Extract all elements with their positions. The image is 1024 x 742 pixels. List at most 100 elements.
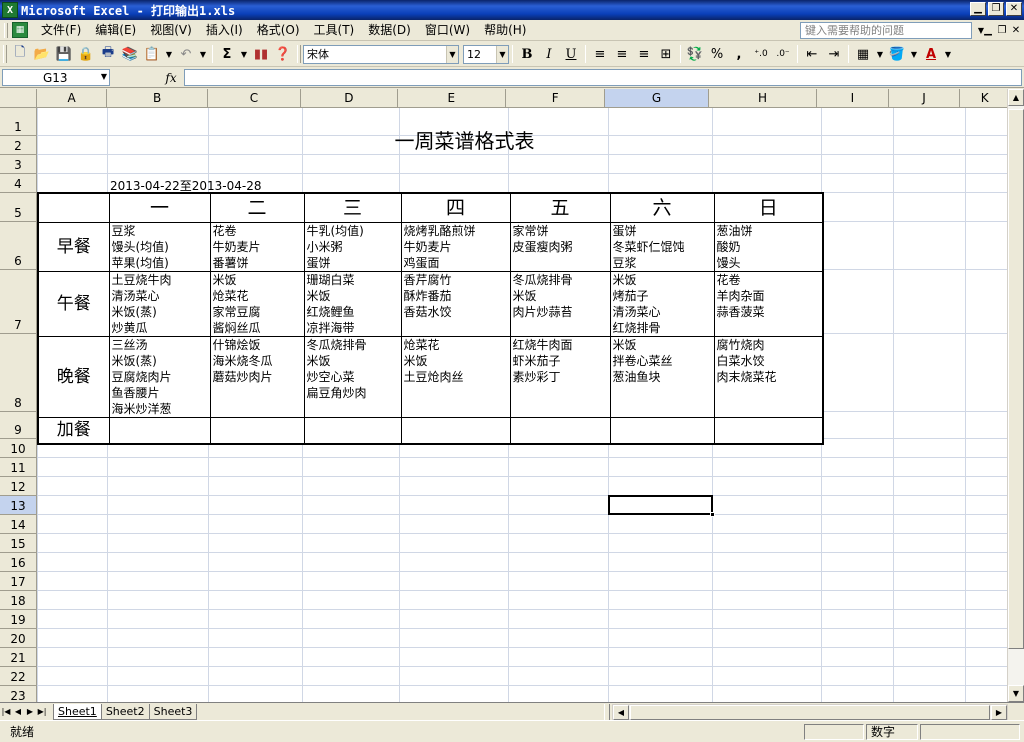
menu-cell[interactable]: 葱油饼 酸奶 馒头: [713, 221, 824, 272]
column-header-h[interactable]: H: [708, 89, 818, 108]
excel-app-icon[interactable]: X: [2, 2, 18, 18]
autosum-icon[interactable]: Σ: [216, 44, 238, 64]
menu-cell[interactable]: 冬瓜烧排骨 米饭 肉片炒蒜苔: [509, 270, 611, 337]
meal-label-1[interactable]: 午餐: [37, 270, 110, 337]
day-header-7[interactable]: 日: [713, 192, 824, 223]
row-header-18[interactable]: 18: [0, 591, 37, 610]
menu-cell[interactable]: 香芹腐竹 酥炸番茄 香菇水饺: [400, 270, 511, 337]
merge-center-icon[interactable]: ⊞: [655, 44, 677, 64]
column-header-b[interactable]: B: [107, 89, 208, 108]
scroll-up-icon[interactable]: ▲: [1008, 89, 1024, 106]
row-header-23[interactable]: 23: [0, 686, 37, 702]
undo-dropdown-icon[interactable]: ▼: [197, 44, 209, 64]
open-icon[interactable]: 📂: [31, 44, 53, 64]
chevron-down-icon[interactable]: ▼: [101, 72, 107, 81]
row-header-15[interactable]: 15: [0, 534, 37, 553]
menu-cell[interactable]: 花卷 牛奶麦片 番薯饼: [209, 221, 305, 272]
tab-sheet2[interactable]: Sheet2: [100, 703, 150, 720]
menu-file[interactable]: 文件(F): [34, 20, 88, 40]
name-box[interactable]: G13 ▼: [2, 69, 110, 86]
menu-cell[interactable]: 牛乳(均值) 小米粥 蛋饼: [303, 221, 402, 272]
sheet-title[interactable]: 一周菜谱格式表: [108, 127, 821, 155]
close-button[interactable]: ✕: [1006, 2, 1022, 16]
scroll-right-icon[interactable]: ▶: [991, 705, 1007, 720]
row-header-2[interactable]: 2: [0, 136, 37, 155]
menu-window[interactable]: 窗口(W): [418, 20, 477, 40]
menu-cell[interactable]: 珊瑚白菜 米饭 红烧鲤鱼 凉拌海带: [303, 270, 402, 337]
restore-button[interactable]: ❐: [988, 2, 1004, 16]
menu-cell[interactable]: 米饭 拌卷心菜丝 葱油鱼块: [609, 335, 715, 418]
menu-view[interactable]: 视图(V): [143, 20, 199, 40]
active-cell-g13[interactable]: [608, 495, 715, 517]
undo-icon[interactable]: ↶: [175, 44, 197, 64]
research-icon[interactable]: 📚: [119, 44, 141, 64]
row-header-3[interactable]: 3: [0, 155, 37, 174]
day-header-3[interactable]: 三: [303, 192, 402, 223]
menu-cell[interactable]: 冬瓜烧排骨 米饭 炒空心菜 扁豆角炒肉: [303, 335, 402, 418]
menu-cell[interactable]: 家常饼 皮蛋瘦肉粥: [509, 221, 611, 272]
day-header-6[interactable]: 六: [609, 192, 715, 223]
row-header-9[interactable]: 9: [0, 412, 37, 439]
menu-cell[interactable]: 米饭 烤茄子 清汤菜心 红烧排骨: [609, 270, 715, 337]
paste-dropdown-icon[interactable]: ▼: [163, 44, 175, 64]
insert-function-icon[interactable]: fx: [158, 71, 184, 85]
menu-cell[interactable]: [713, 416, 824, 445]
row-header-21[interactable]: 21: [0, 648, 37, 667]
menu-cell[interactable]: 什锦烩饭 海米烧冬瓜 蘑菇炒肉片: [209, 335, 305, 418]
doc-restore-button[interactable]: ❐: [996, 23, 1008, 37]
menu-cell[interactable]: [108, 416, 211, 445]
vertical-scrollbar[interactable]: ▲ ▼: [1007, 89, 1024, 702]
menu-cell[interactable]: 腐竹烧肉 白菜水饺 肉末烧菜花: [713, 335, 824, 418]
corner-cell-a5[interactable]: [37, 192, 110, 223]
day-header-1[interactable]: 一: [108, 192, 211, 223]
print-icon[interactable]: 🖶: [97, 44, 119, 64]
worksheet-grid[interactable]: ABCDEFGHIJK 1 2 3 4 5 6 7 8 9 10 11 12 13 14 15 16 17 18 1…: [0, 89, 1024, 702]
align-right-icon[interactable]: ≡: [633, 44, 655, 64]
menu-cell[interactable]: 豆浆 馒头(均值) 苹果(均值): [108, 221, 211, 272]
new-icon[interactable]: 🗋: [9, 44, 31, 64]
row-header-11[interactable]: 11: [0, 458, 37, 477]
menu-cell[interactable]: 土豆烧牛肉 清汤菜心 米饭(蒸) 炒黄瓜: [108, 270, 211, 337]
first-sheet-icon[interactable]: |◀: [0, 707, 12, 716]
horizontal-scrollbar[interactable]: ◀ ▶: [612, 704, 1008, 720]
scroll-down-icon[interactable]: ▼: [1008, 685, 1024, 702]
menu-cell[interactable]: [303, 416, 402, 445]
menu-cell[interactable]: [400, 416, 511, 445]
chevron-down-icon[interactable]: ▼: [446, 45, 458, 63]
row-header-4[interactable]: 4: [0, 174, 37, 193]
menu-cell[interactable]: 烧烤乳酪煎饼 牛奶麦片 鸡蛋面: [400, 221, 511, 272]
row-header-10[interactable]: 10: [0, 439, 37, 458]
decrease-decimal-icon[interactable]: .0⁻: [772, 44, 794, 64]
column-header-f[interactable]: F: [505, 89, 606, 108]
autosum-dropdown-icon[interactable]: ▼: [238, 44, 250, 64]
day-header-5[interactable]: 五: [509, 192, 611, 223]
menu-cell[interactable]: [509, 416, 611, 445]
select-all-corner[interactable]: [0, 89, 37, 108]
menu-cell[interactable]: 炝菜花 米饭 土豆炝肉丝: [400, 335, 511, 418]
row-header-12[interactable]: 12: [0, 477, 37, 496]
column-header-g[interactable]: G: [605, 89, 709, 108]
day-header-4[interactable]: 四: [400, 192, 511, 223]
underline-button[interactable]: U: [560, 44, 582, 64]
percent-button[interactable]: %: [706, 44, 728, 64]
increase-indent-icon[interactable]: ⇥: [823, 44, 845, 64]
doc-close-button[interactable]: ✕: [1010, 23, 1022, 37]
doc-minimize-button[interactable]: ▁: [982, 23, 994, 37]
tab-split-handle[interactable]: [604, 704, 610, 720]
tab-sheet1[interactable]: Sheet1: [53, 703, 102, 720]
row-header-7[interactable]: 7: [0, 270, 37, 334]
font-size-select[interactable]: 12 ▼: [463, 44, 509, 64]
cell-area[interactable]: 一周菜谱格式表 2013-04-22至2013-04-28 一二三四五六日早餐豆…: [37, 108, 1016, 702]
fill-handle[interactable]: [710, 512, 715, 517]
row-header-22[interactable]: 22: [0, 667, 37, 686]
scroll-left-icon[interactable]: ◀: [613, 705, 629, 720]
column-header-j[interactable]: J: [888, 89, 961, 108]
meal-label-3[interactable]: 加餐: [37, 416, 110, 445]
borders-dropdown-icon[interactable]: ▼: [874, 44, 886, 64]
italic-button[interactable]: I: [538, 44, 560, 64]
menu-cell[interactable]: 米饭 炝菜花 家常豆腐 酱焖丝瓜: [209, 270, 305, 337]
row-header-8[interactable]: 8: [0, 334, 37, 412]
tab-sheet3[interactable]: Sheet3: [148, 703, 198, 720]
column-header-e[interactable]: E: [397, 89, 506, 108]
menu-cell[interactable]: [609, 416, 715, 445]
